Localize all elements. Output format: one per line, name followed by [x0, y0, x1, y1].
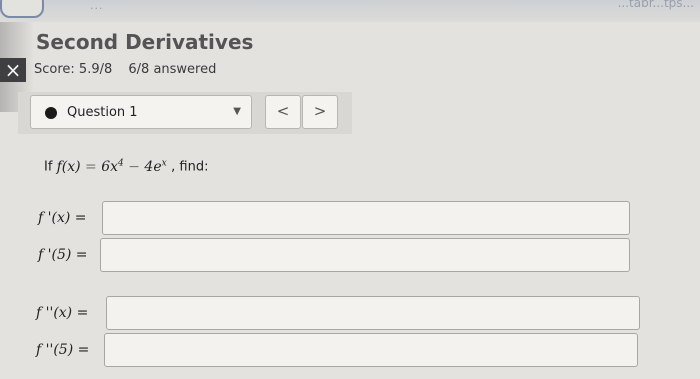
function-lhs: f(x) — [56, 158, 81, 175]
first-derivative-at-5-input[interactable] — [100, 238, 630, 272]
minus-sign: − — [128, 158, 140, 175]
answer-label: f ''(x) = — [36, 305, 89, 321]
exponent-a: 4 — [118, 158, 124, 168]
problem-statement: If f(x) = 6x4 − 4ex , find: — [44, 158, 208, 175]
answer-label: f '(x) = — [38, 210, 87, 226]
answer-label: f '(5) = — [38, 247, 88, 263]
term-a: 6x — [101, 158, 119, 175]
close-icon[interactable]: × — [0, 58, 26, 82]
browser-tab-fragment[interactable] — [0, 0, 44, 18]
term-b: 4e — [144, 158, 162, 175]
prompt-prefix: If — [44, 159, 53, 175]
function-definition: f(x) = 6x4 − 4ex — [56, 158, 172, 175]
browser-tab-text-blurred: ... — [90, 0, 104, 12]
score-text: Score: 5.9/8 — [34, 62, 113, 77]
page-title: Second Derivatives — [36, 30, 254, 54]
answer-label: f ''(5) = — [36, 342, 90, 358]
previous-question-button[interactable]: < — [265, 95, 301, 129]
question-select-label: Question 1 — [67, 105, 138, 120]
question-select[interactable]: Question 1 ▼ — [30, 95, 252, 129]
second-derivative-input[interactable] — [106, 296, 640, 330]
score-row: Score: 5.9/8 6/8 answered — [34, 62, 216, 77]
question-status-dot-icon — [45, 107, 57, 119]
chevron-down-icon: ▼ — [233, 106, 241, 117]
second-derivative-at-5-input[interactable] — [104, 333, 638, 367]
browser-top-bar: ... ...tabr...tps... — [0, 0, 700, 22]
equals-sign: = — [85, 158, 97, 175]
prompt-suffix: , find: — [171, 159, 209, 175]
first-derivative-input[interactable] — [102, 201, 630, 235]
exponent-b: x — [161, 158, 167, 168]
answered-count: 6/8 answered — [128, 62, 217, 77]
browser-url-fragment: ...tabr...tps... — [617, 0, 694, 10]
next-question-button[interactable]: > — [302, 95, 338, 129]
